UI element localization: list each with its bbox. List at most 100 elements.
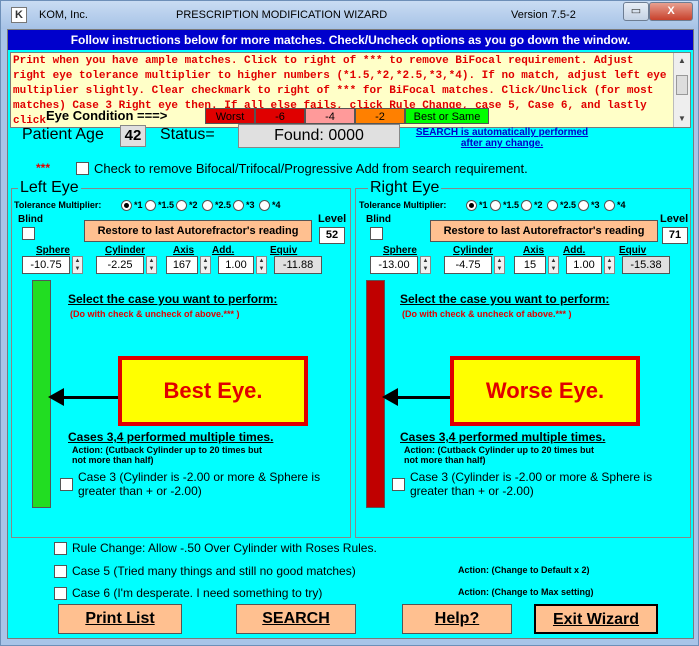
left-tol-radio-2[interactable]	[176, 200, 187, 211]
instructions-bar: Follow instructions below for more match…	[8, 30, 693, 50]
left-tol-radio-2-5[interactable]	[202, 200, 213, 211]
right-case3-checkbox[interactable]	[392, 478, 405, 491]
right-cylinder-field[interactable]: -4.75	[444, 256, 492, 274]
eye-condition-label: Eye Condition ===>	[46, 108, 168, 123]
left-tol-radio-3[interactable]	[233, 200, 244, 211]
right-level-label: Level	[660, 213, 689, 225]
right-cylinder-header: Cylinder	[453, 245, 494, 256]
scroll-down-icon[interactable]: ▼	[674, 111, 690, 127]
wizard-client-area: Follow instructions below for more match…	[7, 29, 694, 639]
right-axis-spinner[interactable]: ▲ ▼	[548, 256, 559, 274]
right-equiv-header: Equiv	[619, 245, 647, 256]
restore-window-button[interactable]: ▭	[623, 2, 649, 21]
scale-minus-4: -4	[305, 108, 355, 124]
bifocal-label: Check to remove Bifocal/Trifocal/Progres…	[94, 161, 528, 176]
left-case3-label: Case 3 (Cylinder is -2.00 or more & Sphe…	[78, 470, 321, 498]
right-tol-radio-4[interactable]	[604, 200, 615, 211]
case6-checkbox[interactable]	[54, 587, 67, 600]
scale-worst: Worst	[205, 108, 255, 124]
right-cylinder-spinner[interactable]: ▲ ▼	[494, 256, 505, 274]
patient-age-label: Patient Age	[22, 126, 104, 143]
left-cylinder-header: Cylinder	[105, 245, 146, 256]
rule-change-label: Rule Change: Allow -.50 Over Cylinder wi…	[72, 541, 377, 555]
right-tol-opt-2: *2	[534, 200, 543, 210]
right-add-field[interactable]: 1.00	[566, 256, 602, 274]
right-add-spinner[interactable]: ▲ ▼	[604, 256, 615, 274]
app-icon: K	[11, 7, 27, 23]
left-blind-checkbox[interactable]	[22, 227, 35, 240]
case6-label: Case 6 (I'm desperate. I need something …	[72, 586, 323, 600]
company-name: KOM, Inc.	[39, 9, 88, 21]
right-blind-checkbox[interactable]	[370, 227, 383, 240]
left-tolerance-label: Tolerance Multiplier:	[14, 200, 102, 210]
right-sphere-header: Sphere	[383, 245, 417, 256]
left-restore-button[interactable]: Restore to last Autorefractor's reading	[84, 220, 312, 242]
scale-best: Best or Same	[405, 108, 489, 124]
left-tol-opt-1-5: *1.5	[158, 200, 175, 210]
help-button[interactable]: Help?	[402, 604, 512, 634]
left-tol-radio-1[interactable]	[121, 200, 132, 211]
left-equiv-header: Equiv	[270, 245, 298, 256]
scroll-up-icon[interactable]: ▲	[674, 53, 690, 69]
left-tol-opt-1: *1	[134, 200, 143, 210]
wizard-window: K KOM, Inc. PRESCRIPTION MODIFICATION WI…	[0, 0, 699, 646]
left-axis-spinner[interactable]: ▲ ▼	[200, 256, 211, 274]
left-sphere-spinner[interactable]: ▲ ▼	[72, 256, 83, 274]
case5-label: Case 5 (Tried many things and still no g…	[72, 564, 356, 578]
right-tol-opt-1: *1	[479, 200, 488, 210]
left-case3-checkbox[interactable]	[60, 478, 73, 491]
left-tol-radio-1-5[interactable]	[145, 200, 156, 211]
right-level-field: 71	[662, 227, 688, 244]
title-bar: K KOM, Inc. PRESCRIPTION MODIFICATION WI…	[1, 1, 698, 29]
exit-wizard-button[interactable]: Exit Wizard	[534, 604, 658, 634]
status-found-field: Found: 0000	[238, 124, 400, 148]
right-arrow-line	[396, 396, 452, 399]
rule-change-checkbox[interactable]	[54, 542, 67, 555]
right-tol-radio-2-5[interactable]	[547, 200, 558, 211]
left-action-note: Action: (Cutback Cylinder up to 20 times…	[72, 445, 263, 465]
right-restore-button[interactable]: Restore to last Autorefractor's reading	[430, 220, 658, 242]
case5-action: Action: (Change to Default x 2)	[458, 565, 590, 575]
bifocal-checkbox[interactable]	[76, 162, 89, 175]
right-tol-radio-1[interactable]	[466, 200, 477, 211]
left-tol-opt-2: *2	[189, 200, 198, 210]
right-axis-field[interactable]: 15	[514, 256, 546, 274]
left-add-spinner[interactable]: ▲ ▼	[256, 256, 267, 274]
scroll-thumb[interactable]	[676, 75, 688, 95]
left-cylinder-field[interactable]: -2.25	[96, 256, 144, 274]
right-tol-opt-4: *4	[617, 200, 626, 210]
patient-age-field: 42	[120, 125, 146, 147]
close-window-button[interactable]: X	[649, 2, 693, 21]
left-blind-label: Blind	[18, 214, 43, 225]
print-list-button[interactable]: Print List	[58, 604, 182, 634]
scale-minus-2: -2	[355, 108, 405, 124]
right-sphere-field[interactable]: -13.00	[370, 256, 418, 274]
case5-checkbox[interactable]	[54, 565, 67, 578]
left-level-field: 52	[319, 227, 345, 244]
left-axis-field[interactable]: 167	[166, 256, 198, 274]
right-tol-opt-1-5: *1.5	[503, 200, 520, 210]
left-arrow-line	[62, 396, 118, 399]
right-sphere-spinner[interactable]: ▲ ▼	[420, 256, 431, 274]
left-tol-opt-2-5: *2.5	[215, 200, 232, 210]
right-action-note: Action: (Cutback Cylinder up to 20 times…	[404, 445, 595, 465]
right-do-with-note: (Do with check & uncheck of above.*** )	[402, 309, 572, 319]
left-tol-radio-4[interactable]	[259, 200, 270, 211]
right-tol-radio-3[interactable]	[578, 200, 589, 211]
right-tol-opt-3: *3	[591, 200, 600, 210]
left-sphere-header: Sphere	[36, 245, 70, 256]
scale-minus-6: -6	[255, 108, 305, 124]
left-eye-title: Left Eye	[18, 179, 81, 197]
left-add-field[interactable]: 1.00	[218, 256, 254, 274]
left-cylinder-spinner[interactable]: ▲ ▼	[146, 256, 157, 274]
right-tol-radio-2[interactable]	[521, 200, 532, 211]
right-tol-opt-2-5: *2.5	[560, 200, 577, 210]
left-equiv-field: -11.88	[274, 256, 322, 274]
left-do-with-note: (Do with check & uncheck of above.*** )	[70, 309, 240, 319]
left-sphere-field[interactable]: -10.75	[22, 256, 70, 274]
right-axis-header: Axis	[523, 245, 545, 256]
right-tol-radio-1-5[interactable]	[490, 200, 501, 211]
search-button[interactable]: SEARCH	[236, 604, 356, 634]
best-eye-label: Best Eye.	[118, 356, 308, 426]
message-scrollbar[interactable]: ▲ ▼	[673, 53, 690, 127]
